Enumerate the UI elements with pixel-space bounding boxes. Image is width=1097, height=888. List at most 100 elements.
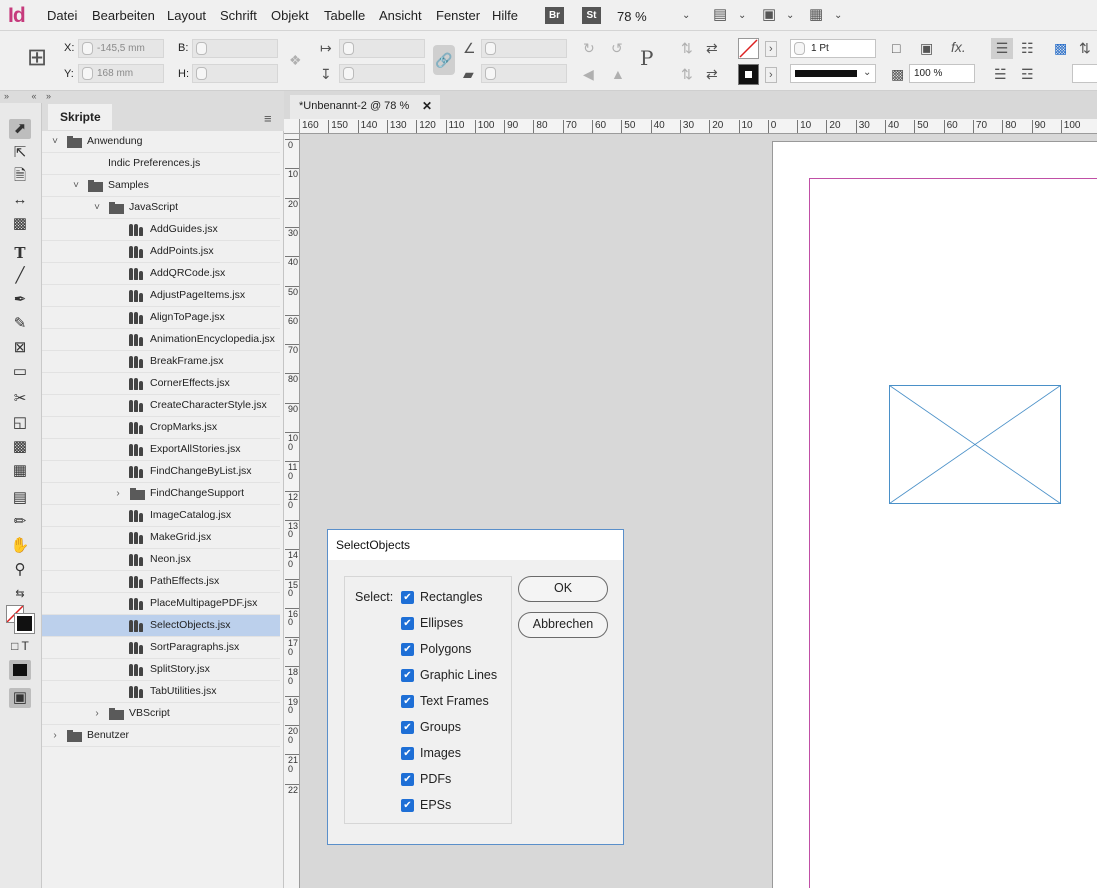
tree-script-item[interactable]: CreateCharacterStyle.jsx bbox=[42, 395, 280, 417]
menu-objekt[interactable]: Objekt bbox=[271, 8, 309, 23]
screen-mode-normal-icon[interactable]: ▣ bbox=[9, 688, 31, 708]
tree-script-item[interactable]: AlignToPage.jsx bbox=[42, 307, 280, 329]
shear-field[interactable] bbox=[481, 64, 567, 83]
tab-skripte[interactable]: Skripte bbox=[48, 104, 112, 130]
checkbox-groups[interactable]: ✔ bbox=[401, 721, 414, 734]
tree-folder[interactable]: ˅ Anwendung bbox=[42, 131, 280, 153]
stroke-swatch[interactable] bbox=[738, 64, 759, 85]
rotate-cw-icon[interactable]: ↻ bbox=[583, 41, 595, 55]
screen-chevron-icon[interactable]: ⌄ bbox=[786, 10, 794, 21]
width-field[interactable] bbox=[192, 39, 278, 58]
reference-point-icon[interactable]: ⊞ bbox=[27, 46, 47, 70]
menu-schrift[interactable]: Schrift bbox=[220, 8, 257, 23]
menu-tabelle[interactable]: Tabelle bbox=[324, 8, 365, 23]
checkbox-label[interactable]: Polygons bbox=[420, 642, 471, 656]
stroke-weight-field[interactable]: 1 Pt bbox=[790, 39, 876, 58]
tree-folder[interactable]: ˅ Samples bbox=[42, 175, 280, 197]
rotation-field[interactable] bbox=[481, 39, 567, 58]
free-transform-tool-icon[interactable]: ◱ bbox=[9, 413, 31, 433]
expand-open-icon[interactable]: ˅ bbox=[92, 197, 102, 218]
gradient-swatch-tool-icon[interactable]: ▩ bbox=[9, 437, 31, 457]
direct-selection-tool-icon[interactable]: ⇱ bbox=[9, 143, 31, 163]
expand-open-icon[interactable]: ˅ bbox=[71, 175, 81, 196]
tree-script-item[interactable]: CropMarks.jsx bbox=[42, 417, 280, 439]
ruler-origin[interactable] bbox=[284, 119, 300, 134]
zoom-tool-icon[interactable]: ⚲ bbox=[9, 560, 31, 580]
apply-color-icon[interactable] bbox=[9, 660, 31, 680]
menu-ansicht[interactable]: Ansicht bbox=[379, 8, 422, 23]
content-collector-icon[interactable]: ▩ bbox=[9, 214, 31, 234]
checkbox-images[interactable]: ✔ bbox=[401, 747, 414, 760]
tree-folder[interactable]: ˅ JavaScript bbox=[42, 197, 280, 219]
expand-open-icon[interactable]: ˅ bbox=[50, 131, 60, 152]
rotate-ccw-icon[interactable]: ↺ bbox=[611, 41, 623, 55]
stroke-color-swatch[interactable] bbox=[14, 613, 35, 634]
type-tool-icon[interactable]: T bbox=[9, 243, 31, 263]
note-tool-icon[interactable]: ▤ bbox=[9, 488, 31, 508]
reference-field[interactable] bbox=[1072, 64, 1097, 83]
auto-fit-icon[interactable]: ▩ bbox=[1054, 41, 1067, 55]
menu-hilfe[interactable]: Hilfe bbox=[492, 8, 518, 23]
tree-script-item[interactable]: PlaceMultipagePDF.jsx bbox=[42, 593, 280, 615]
ok-button[interactable]: OK bbox=[518, 576, 608, 602]
constrain-scale-icon[interactable]: 🔗 bbox=[433, 45, 455, 75]
checkbox-label[interactable]: Groups bbox=[420, 720, 461, 734]
rectangle-tool-icon[interactable]: ▭ bbox=[9, 362, 31, 382]
arrange-chevron-icon[interactable]: ⌄ bbox=[834, 10, 842, 21]
corner-options-icon[interactable]: □ bbox=[892, 41, 900, 55]
tree-script-item[interactable]: AnimationEncyclopedia.jsx bbox=[42, 329, 280, 351]
checkbox-label[interactable]: PDFs bbox=[420, 772, 451, 786]
tree-script-item[interactable]: Indic Preferences.js bbox=[42, 153, 280, 175]
menu-fenster[interactable]: Fenster bbox=[436, 8, 480, 23]
checkbox-label[interactable]: Images bbox=[420, 746, 461, 760]
view-options-icon[interactable]: ▤ bbox=[713, 7, 727, 22]
scissors-tool-icon[interactable]: ✂ bbox=[9, 389, 31, 409]
checkbox-label[interactable]: Graphic Lines bbox=[420, 668, 497, 682]
scale-x-field[interactable] bbox=[339, 39, 425, 58]
shadow-icon[interactable]: ▣ bbox=[920, 41, 933, 55]
opacity-field[interactable]: 100 % bbox=[909, 64, 975, 83]
close-document-icon[interactable]: ✕ bbox=[422, 99, 432, 113]
panel-menu-icon[interactable]: ≡ bbox=[264, 111, 272, 126]
checkbox-epss[interactable]: ✔ bbox=[401, 799, 414, 812]
tree-script-item[interactable]: CornerEffects.jsx bbox=[42, 373, 280, 395]
tree-script-item[interactable]: Neon.jsx bbox=[42, 549, 280, 571]
document-tab[interactable]: *Unbenannt-2 @ 78 % ✕ bbox=[290, 95, 440, 121]
line-tool-icon[interactable]: ╱ bbox=[9, 266, 31, 286]
empty-graphic-frame[interactable] bbox=[889, 385, 1061, 504]
document-page[interactable] bbox=[772, 141, 1097, 888]
zoom-level[interactable]: 78 % bbox=[617, 9, 647, 24]
arrange-documents-icon[interactable]: ▦ bbox=[809, 7, 823, 22]
menu-layout[interactable]: Layout bbox=[167, 8, 206, 23]
rectangle-frame-tool-icon[interactable]: ⊠ bbox=[9, 338, 31, 358]
horizontal-ruler[interactable]: 160 150 140 130 120 110 100 90 80 70 60 50 40 30 20 10 0… bbox=[300, 119, 1097, 134]
checkbox-polygons[interactable]: ✔ bbox=[401, 643, 414, 656]
text-wrap-box-icon[interactable]: ☷ bbox=[1021, 41, 1034, 55]
checkbox-label[interactable]: Text Frames bbox=[420, 694, 489, 708]
checkbox-label[interactable]: Ellipses bbox=[420, 616, 463, 630]
tree-script-item[interactable]: AdjustPageItems.jsx bbox=[42, 285, 280, 307]
tree-script-item[interactable]: SelectObjects.jsx bbox=[42, 615, 280, 637]
stock-button[interactable]: St bbox=[582, 7, 601, 24]
vertical-ruler[interactable]: 0 10 20 30 40 50 60 70 80 90 100 110 120 130 140 150 160… bbox=[284, 134, 300, 888]
cancel-button[interactable]: Abbrechen bbox=[518, 612, 608, 638]
tree-script-item[interactable]: SortParagraphs.jsx bbox=[42, 637, 280, 659]
tree-script-item[interactable]: BreakFrame.jsx bbox=[42, 351, 280, 373]
expand-closed-icon[interactable]: › bbox=[50, 725, 60, 746]
formatting-container-icon[interactable]: □ T bbox=[9, 636, 31, 656]
flip-horizontal-icon[interactable]: ◀ bbox=[583, 67, 594, 81]
checkbox-label[interactable]: EPSs bbox=[420, 798, 451, 812]
view-chevron-icon[interactable]: ⌄ bbox=[738, 10, 746, 21]
stroke-menu-icon[interactable]: › bbox=[765, 67, 777, 83]
pencil-tool-icon[interactable]: ✎ bbox=[9, 314, 31, 334]
tree-script-item[interactable]: FindChangeByList.jsx bbox=[42, 461, 280, 483]
gradient-feather-tool-icon[interactable]: ▦ bbox=[9, 461, 31, 481]
menu-datei[interactable]: Datei bbox=[47, 8, 77, 23]
toolbox-header[interactable]: » « bbox=[0, 91, 42, 103]
gap-tool-icon[interactable]: ↔ bbox=[9, 190, 31, 210]
scale-y-field[interactable] bbox=[339, 64, 425, 83]
swap-fill-stroke-icon[interactable]: ⇆ bbox=[9, 584, 31, 604]
y-field[interactable]: 168 mm bbox=[78, 64, 164, 83]
select-container-icon[interactable]: ⇅ bbox=[681, 41, 693, 55]
expand-closed-icon[interactable]: › bbox=[92, 703, 102, 724]
